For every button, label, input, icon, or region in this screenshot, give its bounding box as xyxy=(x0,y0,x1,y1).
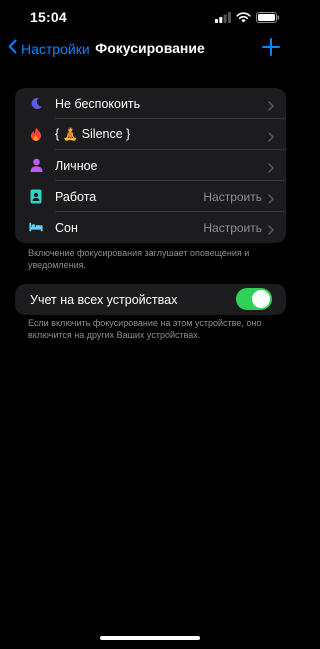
wifi-icon xyxy=(236,10,251,28)
focus-item-label: Работа xyxy=(55,189,97,204)
focus-item-label: Не беспокоить xyxy=(55,96,141,111)
focus-modes-list: Не беспокоить { 🧘 Silence } Личное Работ… xyxy=(15,88,286,243)
focus-item-personal[interactable]: Личное xyxy=(15,150,286,181)
focus-item-label: Сон xyxy=(55,220,78,235)
home-indicator[interactable] xyxy=(100,636,200,640)
chevron-right-icon xyxy=(268,129,274,147)
chevron-right-icon xyxy=(268,222,274,240)
page-title: Фокусирование xyxy=(95,40,205,56)
focus-footnote: Включение фокусирования заглушает оповещ… xyxy=(28,248,250,270)
focus-item-do-not-disturb[interactable]: Не беспокоить xyxy=(15,88,286,119)
focus-item-label: { 🧘 Silence } xyxy=(55,127,131,141)
battery-icon xyxy=(256,10,280,28)
moon-icon xyxy=(29,95,43,111)
badge-icon xyxy=(29,188,43,204)
focus-item-detail: Настроить xyxy=(203,220,262,235)
toggle-knob xyxy=(252,290,270,308)
add-button[interactable] xyxy=(262,38,280,61)
person-icon xyxy=(29,157,43,173)
share-footnote: Если включить фокусирование на этом устр… xyxy=(28,318,262,340)
share-across-devices-setting: Учет на всех устройствах xyxy=(15,284,286,315)
flame-icon xyxy=(29,126,43,142)
cellular-signal-icon xyxy=(215,10,231,28)
navigation-bar: Настройки Фокусирование xyxy=(0,34,300,64)
focus-item-work[interactable]: Работа Настроить xyxy=(15,181,286,212)
focus-item-label: Личное xyxy=(55,158,98,173)
focus-item-sleep[interactable]: Сон Настроить xyxy=(15,212,286,243)
bed-icon xyxy=(29,219,43,235)
share-across-devices-label: Учет на всех устройствах xyxy=(30,292,178,307)
status-icons xyxy=(215,10,280,28)
focus-item-silence[interactable]: { 🧘 Silence } xyxy=(15,119,286,150)
chevron-right-icon xyxy=(268,160,274,178)
status-time: 15:04 xyxy=(30,9,67,25)
chevron-right-icon xyxy=(268,98,274,116)
plus-icon xyxy=(262,38,280,60)
focus-item-detail: Настроить xyxy=(203,189,262,204)
share-across-devices-row: Учет на всех устройствах xyxy=(15,284,286,315)
chevron-right-icon xyxy=(268,191,274,209)
share-across-devices-toggle[interactable] xyxy=(236,288,272,310)
status-bar: 15:04 xyxy=(0,0,300,34)
